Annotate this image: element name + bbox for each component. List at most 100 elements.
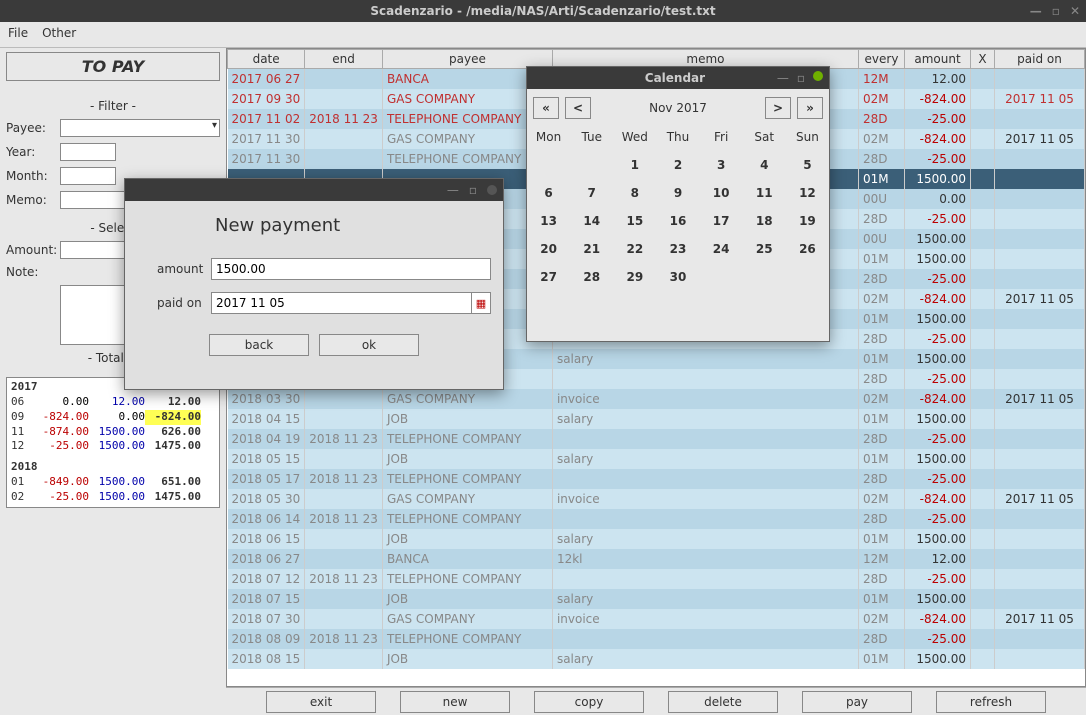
- dialog-back-button[interactable]: back: [209, 334, 309, 356]
- calendar-day[interactable]: 25: [743, 235, 786, 263]
- calendar-day[interactable]: 3: [700, 151, 743, 179]
- calendar-day[interactable]: 2: [656, 151, 699, 179]
- calendar-day[interactable]: 30: [656, 263, 699, 291]
- delete-button[interactable]: delete: [668, 691, 778, 713]
- dialog-maximize-icon[interactable]: ▫: [469, 183, 477, 197]
- sidebar-heading: TO PAY: [6, 52, 220, 81]
- window-titlebar: Scadenzario - /media/NAS/Arti/Scadenzari…: [0, 0, 1086, 22]
- menu-other[interactable]: Other: [42, 26, 76, 43]
- table-row[interactable]: 2018 06 27BANCA12kl12M12.00: [228, 549, 1085, 569]
- month-input[interactable]: [60, 167, 116, 185]
- close-icon[interactable]: ✕: [1070, 0, 1080, 22]
- calendar-minimize-icon[interactable]: —: [777, 71, 789, 85]
- pay-button[interactable]: pay: [802, 691, 912, 713]
- calendar-day[interactable]: 9: [656, 179, 699, 207]
- calendar-dow: Wed: [613, 123, 656, 151]
- calendar-day[interactable]: 13: [527, 207, 570, 235]
- amount-label: Amount:: [6, 243, 60, 257]
- new-button[interactable]: new: [400, 691, 510, 713]
- calendar-dow: Fri: [700, 123, 743, 151]
- dialog-minimize-icon[interactable]: —: [447, 183, 459, 197]
- calendar-prev-year-button[interactable]: «: [533, 97, 559, 119]
- table-row[interactable]: 2018 07 15JOBsalary01M1500.00: [228, 589, 1085, 609]
- payee-label: Payee:: [6, 121, 60, 135]
- calendar-prev-month-button[interactable]: <: [565, 97, 591, 119]
- maximize-icon[interactable]: ▫: [1052, 0, 1060, 22]
- calendar-day[interactable]: 23: [656, 235, 699, 263]
- calendar-day[interactable]: 5: [786, 151, 829, 179]
- col-x[interactable]: X: [971, 50, 995, 69]
- calendar-day[interactable]: 11: [743, 179, 786, 207]
- calendar-day[interactable]: 7: [570, 179, 613, 207]
- col-every[interactable]: every: [859, 50, 905, 69]
- table-row[interactable]: 2018 04 192018 11 23TELEPHONE COMPANY28D…: [228, 429, 1085, 449]
- calendar-day[interactable]: 19: [786, 207, 829, 235]
- calendar-day[interactable]: 27: [527, 263, 570, 291]
- dialog-close-icon[interactable]: [487, 185, 497, 195]
- calendar-day[interactable]: 29: [613, 263, 656, 291]
- calendar-day[interactable]: 17: [700, 207, 743, 235]
- note-label: Note:: [6, 265, 60, 279]
- col-date[interactable]: date: [228, 50, 305, 69]
- table-row[interactable]: 2018 04 15JOBsalary01M1500.00: [228, 409, 1085, 429]
- col-paidon[interactable]: paid on: [995, 50, 1085, 69]
- memo-label: Memo:: [6, 193, 60, 207]
- col-end[interactable]: end: [305, 50, 383, 69]
- dialog-title: New payment: [125, 201, 503, 252]
- dialog-ok-button[interactable]: ok: [319, 334, 419, 356]
- calendar-day[interactable]: 21: [570, 235, 613, 263]
- calendar-day[interactable]: 14: [570, 207, 613, 235]
- calendar-dow: Sat: [743, 123, 786, 151]
- minimize-icon[interactable]: —: [1030, 0, 1042, 22]
- table-row[interactable]: 2018 05 30GAS COMPANYinvoice02M-824.0020…: [228, 489, 1085, 509]
- month-label: Month:: [6, 169, 60, 183]
- calendar-day[interactable]: 10: [700, 179, 743, 207]
- calendar-day[interactable]: 16: [656, 207, 699, 235]
- copy-button[interactable]: copy: [534, 691, 644, 713]
- dialog-titlebar[interactable]: — ▫: [125, 179, 503, 201]
- calendar-close-icon[interactable]: [813, 71, 823, 81]
- table-row[interactable]: 2018 07 30GAS COMPANYinvoice02M-824.0020…: [228, 609, 1085, 629]
- exit-button[interactable]: exit: [266, 691, 376, 713]
- calendar-day[interactable]: 6: [527, 179, 570, 207]
- table-row[interactable]: 2018 06 142018 11 23TELEPHONE COMPANY28D…: [228, 509, 1085, 529]
- payee-select[interactable]: [60, 119, 220, 137]
- menu-file[interactable]: File: [8, 26, 28, 43]
- calendar-day[interactable]: 22: [613, 235, 656, 263]
- refresh-button[interactable]: refresh: [936, 691, 1046, 713]
- calendar-dow: Tue: [570, 123, 613, 151]
- year-input[interactable]: [60, 143, 116, 161]
- calendar-day[interactable]: 4: [743, 151, 786, 179]
- dialog-paidon-label: paid on: [137, 296, 211, 310]
- table-row[interactable]: 2018 08 15JOBsalary01M1500.00: [228, 649, 1085, 669]
- col-amount[interactable]: amount: [905, 50, 971, 69]
- calendar-day[interactable]: 12: [786, 179, 829, 207]
- calendar-dow: Thu: [656, 123, 699, 151]
- table-row[interactable]: 2018 03 30GAS COMPANYinvoice02M-824.0020…: [228, 389, 1085, 409]
- calendar-dow: Mon: [527, 123, 570, 151]
- calendar-next-year-button[interactable]: »: [797, 97, 823, 119]
- calendar-day[interactable]: 26: [786, 235, 829, 263]
- calendar-maximize-icon[interactable]: ▫: [797, 71, 805, 85]
- table-row[interactable]: 2018 05 172018 11 23TELEPHONE COMPANY28D…: [228, 469, 1085, 489]
- calendar-day: [570, 151, 613, 179]
- dialog-paidon-input[interactable]: [211, 292, 472, 314]
- dialog-amount-label: amount: [137, 262, 211, 276]
- new-payment-dialog: — ▫ New payment amount paid on ▦ back ok: [124, 178, 504, 390]
- dialog-amount-input[interactable]: [211, 258, 491, 280]
- calendar-day[interactable]: 15: [613, 207, 656, 235]
- table-row[interactable]: 2018 08 092018 11 23TELEPHONE COMPANY28D…: [228, 629, 1085, 649]
- table-row[interactable]: 2018 05 15JOBsalary01M1500.00: [228, 449, 1085, 469]
- calendar-title: Calendar: [583, 71, 767, 85]
- calendar-day[interactable]: 18: [743, 207, 786, 235]
- calendar-day[interactable]: 24: [700, 235, 743, 263]
- calendar-day[interactable]: 8: [613, 179, 656, 207]
- calendar-day[interactable]: 1: [613, 151, 656, 179]
- calendar-day[interactable]: 20: [527, 235, 570, 263]
- table-row[interactable]: 2018 06 15JOBsalary01M1500.00: [228, 529, 1085, 549]
- calendar-day[interactable]: 28: [570, 263, 613, 291]
- calendar-next-month-button[interactable]: >: [765, 97, 791, 119]
- calendar-grid[interactable]: MonTueWedThuFriSatSun 123456789101112131…: [527, 123, 829, 291]
- table-row[interactable]: 2018 07 122018 11 23TELEPHONE COMPANY28D…: [228, 569, 1085, 589]
- calendar-picker-icon[interactable]: ▦: [471, 292, 491, 314]
